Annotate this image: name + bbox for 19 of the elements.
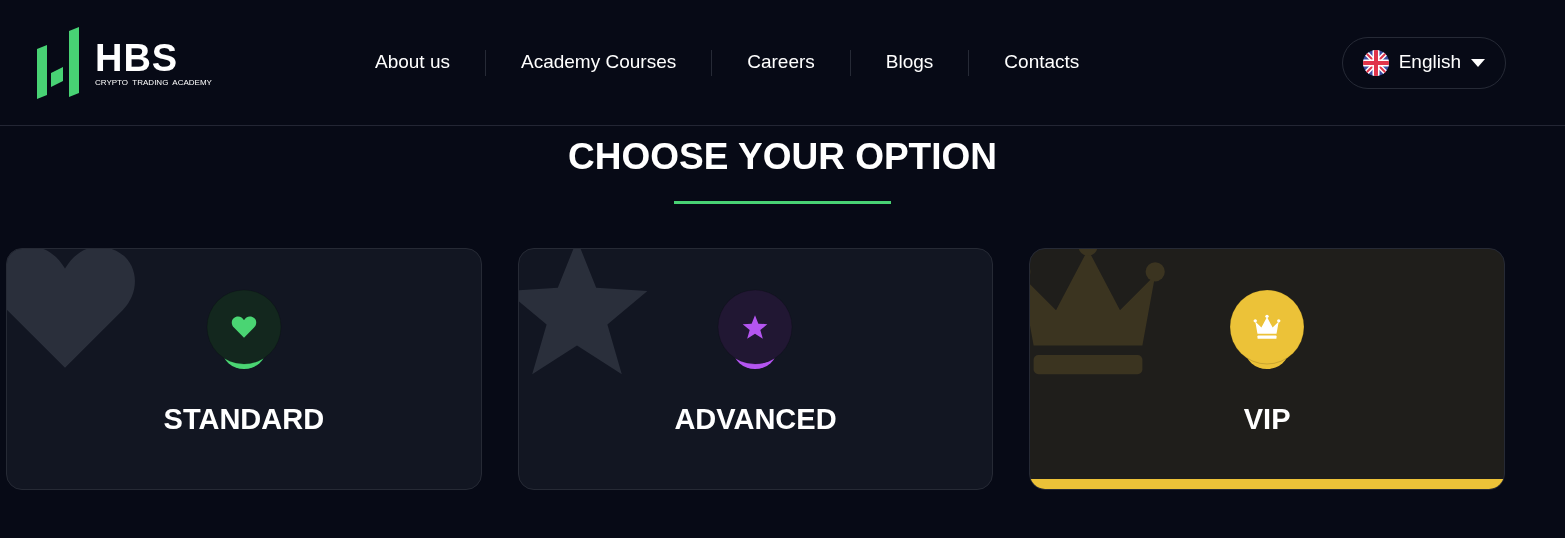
- option-card[interactable]: STANDARD: [6, 248, 482, 490]
- caret-icon: [1471, 58, 1485, 67]
- heart-badge-icon: [231, 316, 257, 338]
- nav-link[interactable]: Academy Courses: [486, 48, 712, 77]
- option-card[interactable]: ADVANCED: [517, 248, 994, 490]
- logo-title: HBS: [95, 38, 180, 77]
- logo-subtitle: CRYPTO TRADING ACADEMY: [95, 78, 212, 87]
- nav-link[interactable]: Careers: [712, 48, 850, 77]
- option-card[interactable]: VIP: [1029, 248, 1505, 490]
- nav-link[interactable]: Blogs: [850, 48, 969, 77]
- section-heading: CHOOSE YOUR OPTION: [568, 138, 997, 175]
- option-title: ADVANCED: [674, 405, 837, 434]
- option-title: VIP: [1243, 405, 1291, 434]
- crown-badge-icon: [1253, 314, 1281, 339]
- nav-link[interactable]: About us: [340, 48, 485, 77]
- star-badge-icon: [743, 315, 768, 339]
- option-title: STANDARD: [163, 405, 325, 434]
- uk-flag-icon: [1362, 49, 1389, 76]
- nav-link[interactable]: Contacts: [969, 48, 1115, 77]
